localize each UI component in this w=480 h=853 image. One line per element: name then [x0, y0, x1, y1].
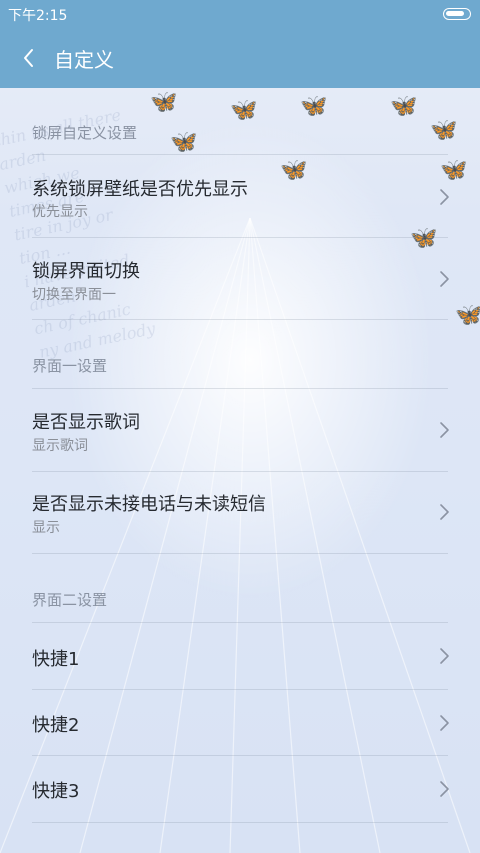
setting-row-wallpaper-priority[interactable]: 系统锁屏壁纸是否优先显示 优先显示	[0, 155, 480, 237]
setting-subtitle: 切换至界面一	[32, 287, 116, 303]
setting-title: 是否显示未接电话与未读短信	[32, 494, 266, 515]
setting-row-shortcut-2[interactable]: 快捷2	[0, 690, 480, 756]
divider	[32, 319, 448, 320]
setting-title: 快捷2	[32, 715, 80, 736]
divider	[32, 822, 448, 823]
status-bar: 下午2:15	[0, 0, 480, 28]
setting-subtitle: 显示歌词	[32, 438, 88, 454]
chevron-left-icon[interactable]	[18, 44, 42, 72]
divider	[32, 553, 448, 554]
chevron-right-icon	[440, 189, 449, 205]
setting-title: 快捷3	[32, 781, 80, 802]
setting-row-shortcut-1[interactable]: 快捷1	[0, 623, 480, 689]
chevron-right-icon	[440, 271, 449, 287]
setting-row-shortcut-3[interactable]: 快捷3	[0, 756, 480, 822]
page-title: 自定义	[54, 48, 114, 72]
settings-list: 锁屏自定义设置 系统锁屏壁纸是否优先显示 优先显示 锁屏界面切换 切换至界面一 …	[0, 88, 480, 853]
chevron-right-icon	[440, 504, 449, 520]
setting-title: 系统锁屏壁纸是否优先显示	[32, 179, 248, 200]
setting-row-show-missed-calls[interactable]: 是否显示未接电话与未读短信 显示	[0, 472, 480, 553]
chevron-right-icon	[440, 781, 449, 797]
setting-row-lockscreen-switch[interactable]: 锁屏界面切换 切换至界面一	[0, 238, 480, 319]
chevron-right-icon	[440, 422, 449, 438]
section-header-lockscreen: 锁屏自定义设置	[32, 124, 138, 142]
section-header-interface-one: 界面一设置	[32, 357, 108, 375]
battery-icon	[443, 8, 471, 20]
setting-subtitle: 显示	[32, 520, 60, 536]
chevron-right-icon	[440, 648, 449, 664]
section-header-interface-two: 界面二设置	[32, 591, 108, 609]
chevron-right-icon	[440, 715, 449, 731]
status-time: 下午2:15	[8, 8, 68, 24]
setting-title: 快捷1	[32, 649, 80, 670]
setting-subtitle: 优先显示	[32, 204, 88, 220]
title-bar: 自定义	[0, 28, 480, 88]
battery-level-fill	[446, 11, 464, 16]
setting-title: 锁屏界面切换	[32, 261, 140, 282]
setting-title: 是否显示歌词	[32, 412, 140, 433]
setting-row-show-lyrics[interactable]: 是否显示歌词 显示歌词	[0, 389, 480, 471]
